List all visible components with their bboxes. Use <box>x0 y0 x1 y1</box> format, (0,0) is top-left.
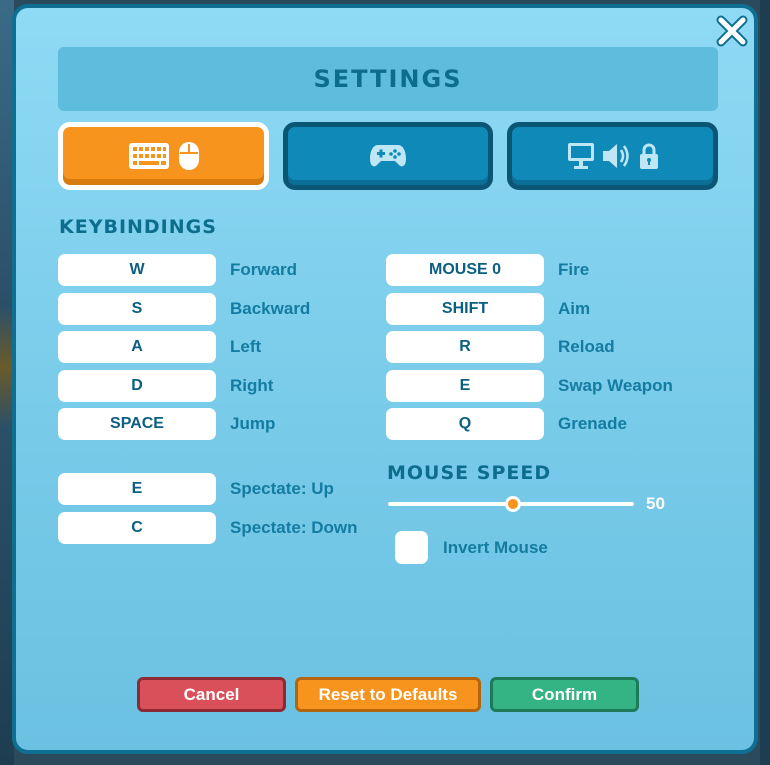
key-forward[interactable]: W <box>58 254 216 286</box>
action-swap-weapon: Swap Weapon <box>558 376 673 395</box>
key-fire[interactable]: MOUSE 0 <box>386 254 544 286</box>
action-grenade: Grenade <box>558 414 627 433</box>
action-right: Right <box>230 376 274 395</box>
key-spectate-up[interactable]: E <box>58 473 216 505</box>
mouse-speed-heading: MOUSE SPEED <box>387 462 552 484</box>
page-title: SETTINGS <box>313 65 463 93</box>
key-grenade[interactable]: Q <box>386 408 544 440</box>
reset-to-defaults-button[interactable]: Reset to Defaults <box>295 677 481 712</box>
keyboard-icon <box>128 143 169 169</box>
speaker-icon <box>602 144 629 168</box>
action-reload: Reload <box>558 337 615 356</box>
mouse-speed-value: 50 <box>646 494 665 513</box>
mouse-icon <box>178 142 199 170</box>
cancel-button[interactable]: Cancel <box>137 677 286 712</box>
action-jump: Jump <box>230 414 276 433</box>
tab-gamepad[interactable] <box>283 122 493 190</box>
confirm-button[interactable]: Confirm <box>490 677 639 712</box>
key-spectate-down[interactable]: C <box>58 512 216 544</box>
monitor-icon <box>567 143 594 169</box>
action-backward: Backward <box>230 299 311 318</box>
slider-thumb[interactable] <box>505 496 521 512</box>
tab-keyboard-mouse[interactable] <box>58 122 269 190</box>
title-bar: SETTINGS <box>58 47 718 111</box>
key-left[interactable]: A <box>58 331 216 363</box>
key-reload[interactable]: R <box>386 331 544 363</box>
mouse-speed-slider[interactable] <box>388 496 634 512</box>
action-fire: Fire <box>558 260 590 279</box>
key-backward[interactable]: S <box>58 293 216 325</box>
action-spectate-up: Spectate: Up <box>230 479 334 498</box>
key-jump[interactable]: SPACE <box>58 408 216 440</box>
lock-icon <box>639 143 658 169</box>
action-spectate-down: Spectate: Down <box>230 518 358 537</box>
key-right[interactable]: D <box>58 370 216 402</box>
background-edge-right <box>760 0 770 765</box>
key-swap-weapon[interactable]: E <box>386 370 544 402</box>
close-button[interactable] <box>715 14 749 48</box>
close-icon <box>716 15 748 47</box>
keybindings-heading: KEYBINDINGS <box>59 216 217 238</box>
invert-mouse-label: Invert Mouse <box>443 538 548 557</box>
tab-display-audio-privacy[interactable] <box>507 122 718 190</box>
gamepad-icon <box>370 145 406 167</box>
action-forward: Forward <box>230 260 298 279</box>
action-aim: Aim <box>558 299 591 318</box>
action-left: Left <box>230 337 262 356</box>
key-aim[interactable]: SHIFT <box>386 293 544 325</box>
invert-mouse-checkbox[interactable] <box>395 531 428 564</box>
